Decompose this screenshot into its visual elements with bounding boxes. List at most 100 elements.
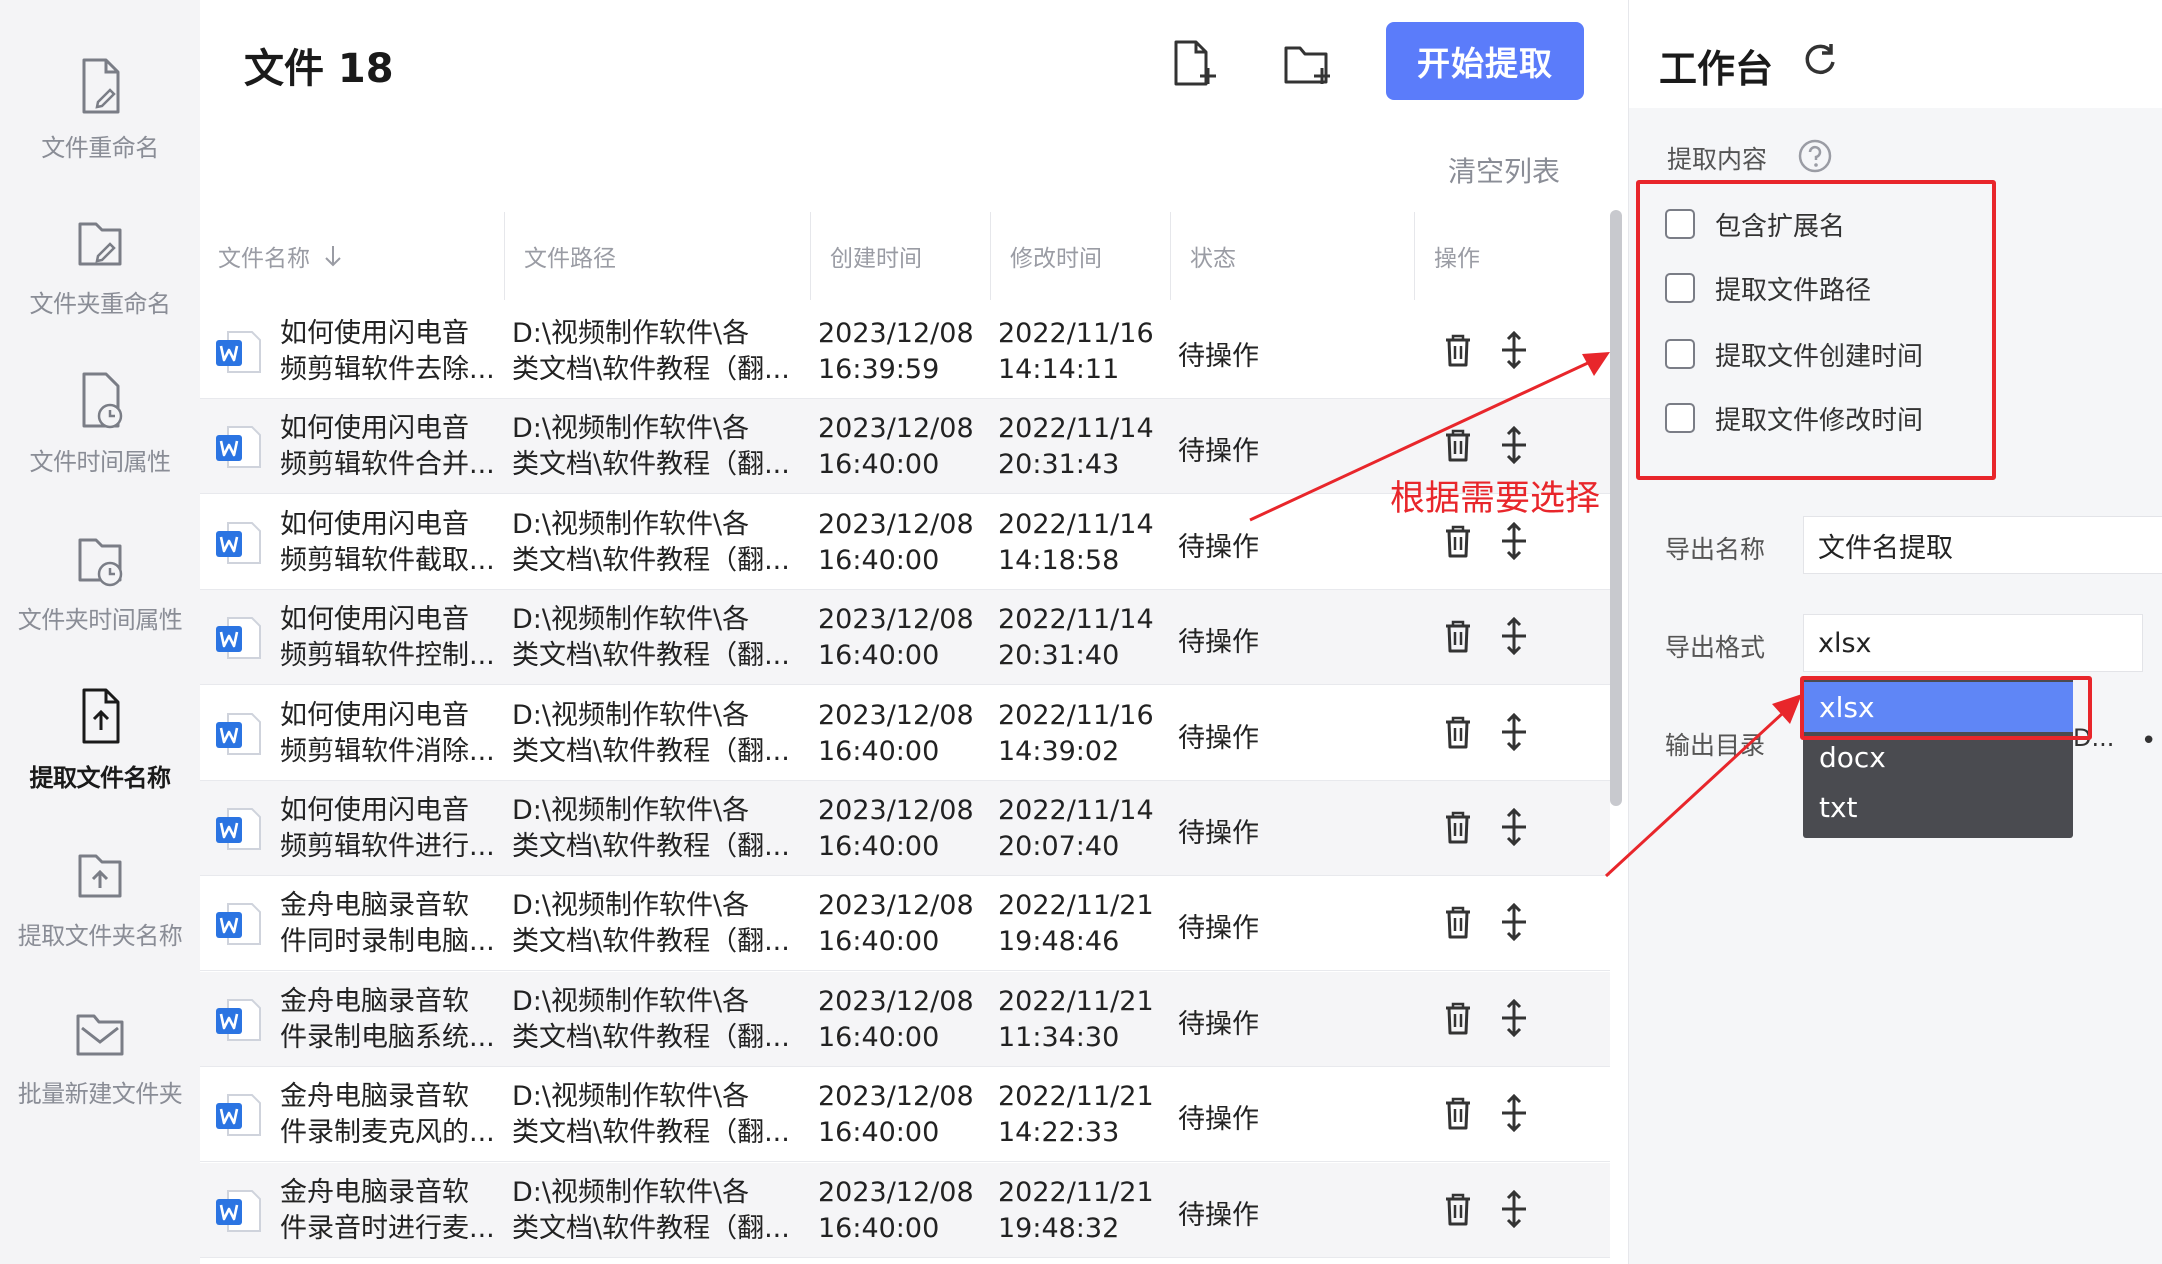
move-icon[interactable] [1494,1189,1534,1229]
move-icon[interactable] [1494,712,1534,752]
trash-icon[interactable] [1438,712,1478,752]
format-option-docx[interactable]: docx [1803,732,2073,782]
modified-time-cell: 2022/11/14 14:18:58 [998,507,1158,579]
checkbox[interactable] [1665,339,1695,369]
extract-content-label: 提取内容 [1667,145,1768,174]
modified-time-cell-line: 14:39:02 [998,735,1120,767]
table-row[interactable]: 如何使用闪电音 频剪辑软件去除... D:\视频制作软件\各 类文档\软件教程（翻..… [200,304,1610,399]
file-name-cell: 金舟电脑录音软 件录制电脑系统... [280,984,506,1056]
output-dir-input[interactable]: D... [2073,724,2114,752]
sidebar-item-label: 文件夹时间属性 [17,606,183,634]
move-icon[interactable] [1494,330,1534,370]
file-path-cell: D:\视频制作软件\各 类文档\软件教程（翻... [512,1175,808,1247]
sidebar-item-file-rename[interactable]: 文件重命名 [0,56,200,206]
trash-icon[interactable] [1438,616,1478,656]
created-time-cell-line: 16:40:00 [818,926,940,958]
move-icon[interactable] [1494,902,1534,942]
modified-time-cell-line: 2022/11/14 [998,795,1154,826]
sidebar-item-folder-time[interactable]: 文件夹时间属性 [0,528,200,678]
file-name-cell-line: 频剪辑软件控制... [280,640,495,672]
move-icon[interactable] [1494,998,1534,1038]
created-time-cell-line: 16:40:00 [818,1212,940,1244]
file-path-cell-line: 类文档\软件教程（翻... [512,735,790,767]
file-name-cell-line: 件同时录制电脑... [280,926,495,958]
trash-icon[interactable] [1438,1093,1478,1133]
modified-time-cell-line: 2022/11/21 [998,1176,1154,1208]
created-time-cell-line: 16:40:00 [818,735,940,767]
move-icon[interactable] [1494,1093,1534,1133]
extract-path-checkbox[interactable]: 提取文件路径 [1665,266,1871,310]
trash-icon[interactable] [1438,521,1478,561]
clear-list-button[interactable]: 清空列表 [1448,150,1560,190]
scrollbar[interactable] [1610,210,1622,806]
browse-dots-button[interactable]: •• [2141,726,2162,756]
format-option-txt[interactable]: txt [1803,782,2073,832]
created-time-cell-line: 16:40:00 [818,1117,940,1149]
move-icon[interactable] [1494,807,1534,847]
checkbox[interactable] [1665,403,1695,433]
file-name-cell-line: 件录制电脑系统... [280,1021,495,1053]
include-extension-checkbox[interactable]: 包含扩展名 [1665,202,1845,246]
trash-icon[interactable] [1438,425,1478,465]
created-time-cell-line: 2023/12/08 [818,890,974,922]
modified-time-cell: 2022/11/14 20:31:40 [998,602,1158,674]
file-upload-icon [82,688,120,744]
sidebar-item-file-time[interactable]: 文件时间属性 [0,370,200,520]
modified-time-cell-line: 20:31:43 [998,449,1120,481]
extract-modified-time-checkbox[interactable]: 提取文件修改时间 [1665,396,1923,440]
sidebar-item-label: 文件夹重命名 [29,290,172,318]
table-row[interactable]: 如何使用闪电音 频剪辑软件进行... D:\视频制作软件\各 类文档\软件教程（翻..… [200,781,1610,876]
file-path-cell-line: 类文档\软件教程（翻... [512,354,790,385]
add-file-icon[interactable] [1168,38,1220,88]
export-format-select[interactable]: xlsx [1803,614,2143,672]
file-edit-icon [82,58,120,114]
checkbox[interactable] [1665,273,1695,303]
table-row[interactable]: 如何使用闪电音 频剪辑软件消除... D:\视频制作软件\各 类文档\软件教程（翻..… [200,686,1610,781]
start-extract-button[interactable]: 开始提取 [1386,22,1584,100]
table-row[interactable]: 金舟电脑录音软 件同时录制电脑... D:\视频制作软件\各 类文档\软件教程（翻..… [200,876,1610,972]
trash-icon[interactable] [1438,807,1478,847]
table-row[interactable]: 金舟电脑录音软 件录音时进行麦... D:\视频制作软件\各 类文档\软件教程（翻..… [200,1162,1610,1258]
file-name-cell: 金舟电脑录音软 件录制麦克风的... [280,1079,506,1151]
file-path-cell-line: D:\视频制作软件\各 [512,699,750,731]
table-row[interactable]: 金舟电脑录音软 件录制麦克风的... D:\视频制作软件\各 类文档\软件教程（翻..… [200,1067,1610,1163]
table-row[interactable]: 如何使用闪电音 频剪辑软件控制... D:\视频制作软件\各 类文档\软件教程（翻..… [200,590,1610,686]
file-path-cell: D:\视频制作软件\各 类文档\软件教程（翻... [512,793,808,865]
created-time-cell-line: 2023/12/08 [818,699,974,731]
word-doc-icon [216,331,261,373]
move-icon[interactable] [1494,616,1534,656]
file-name-cell-line: 金舟电脑录音软 [280,890,469,922]
sidebar-item-extract-file-name[interactable]: 提取文件名称 [0,686,200,836]
created-time-cell-line: 16:39:59 [818,354,940,385]
checkbox[interactable] [1665,209,1695,239]
sidebar-item-batch-new-folder[interactable]: 批量新建文件夹 [0,1002,200,1152]
trash-icon[interactable] [1438,1189,1478,1229]
file-name-cell-line: 频剪辑软件截取... [280,544,495,576]
column-header-name[interactable]: 文件名称 [218,208,344,304]
export-name-input[interactable]: 文件名提取 [1803,516,2162,574]
column-divider [504,212,505,300]
created-time-cell-line: 16:40:00 [818,640,940,672]
trash-icon[interactable] [1438,330,1478,370]
trash-icon[interactable] [1438,998,1478,1038]
refresh-icon[interactable] [1801,40,1839,78]
file-name-cell: 金舟电脑录音软 件同时录制电脑... [280,888,506,960]
sidebar-item-folder-rename[interactable]: 文件夹重命名 [0,212,200,362]
add-folder-icon[interactable] [1282,38,1334,88]
arrow-down-icon[interactable] [322,244,344,268]
modified-time-cell-line: 20:31:40 [998,640,1120,672]
move-icon[interactable] [1494,521,1534,561]
help-icon[interactable] [1797,138,1833,174]
format-option-xlsx[interactable]: xlsx [1803,682,2073,732]
trash-icon[interactable] [1438,902,1478,942]
export-name-label: 导出名称 [1665,535,1766,564]
word-doc-icon [216,426,261,469]
extract-created-time-checkbox[interactable]: 提取文件创建时间 [1665,332,1923,376]
created-time-cell-line: 2023/12/08 [818,318,974,349]
column-divider [810,212,811,300]
sidebar-item-extract-folder-name[interactable]: 提取文件夹名称 [0,844,200,994]
table-row[interactable]: 金舟电脑录音软 件录制电脑系统... D:\视频制作软件\各 类文档\软件教程（翻..… [200,971,1610,1067]
file-list-panel: 文件 18 开始提取 清空列表 文件名称 文件路径 创建时间 修改时间 状态 操… [200,0,1628,1264]
move-icon[interactable] [1494,425,1534,465]
created-time-cell-line: 2023/12/08 [818,795,974,826]
